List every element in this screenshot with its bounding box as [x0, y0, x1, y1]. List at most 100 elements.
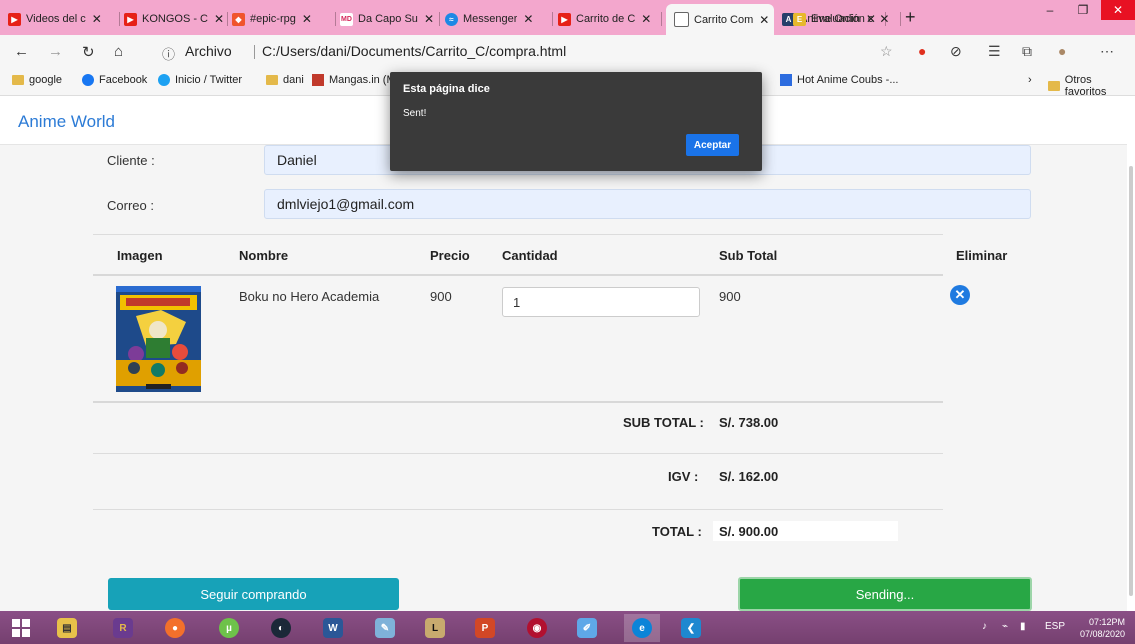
tab-videos[interactable]: ▶ Videos del c ✕: [8, 7, 120, 31]
table-header-border: [93, 274, 943, 276]
quantity-input[interactable]: [502, 287, 700, 317]
col-header-nombre: Nombre: [239, 248, 289, 263]
more-icon[interactable]: ⋯: [1100, 43, 1114, 60]
taskbar-clock[interactable]: 07:12PM 07/08/2020: [1080, 616, 1125, 640]
chevron-right-icon[interactable]: ›: [1028, 74, 1032, 86]
tab-messenger[interactable]: ≈ Messenger ✕: [445, 7, 553, 31]
igv-value: S/. 162.00: [719, 469, 779, 484]
table-top-border: [93, 234, 943, 235]
vscode-icon[interactable]: ❮: [676, 614, 706, 642]
folder-icon: [12, 75, 24, 85]
col-header-subtotal: Sub Total: [719, 248, 778, 263]
info-icon[interactable]: ⓘ: [162, 44, 175, 63]
bookmark-hot-anime[interactable]: Hot Anime Coubs -...: [780, 74, 899, 86]
browser-tab-strip: ▶ Videos del c ✕ ▶ KONGOS - C ✕ ◆ #epic-…: [0, 0, 1135, 35]
bookmark-mangas[interactable]: Mangas.in (M: [312, 74, 396, 86]
maximize-icon[interactable]: ❐: [1068, 0, 1098, 20]
url-text[interactable]: C:/Users/dani/Documents/Carrito_C/compra…: [262, 43, 566, 59]
youtube-icon: ▶: [124, 12, 137, 26]
tab-label: Da Capo Su: [358, 13, 418, 25]
bookmark-google[interactable]: google: [12, 74, 62, 86]
subtotal-value: S/. 738.00: [719, 415, 779, 430]
star-icon[interactable]: ☆: [880, 43, 893, 60]
tab-carrito-de-compras[interactable]: ▶ Carrito de C ✕: [558, 7, 662, 31]
new-tab-button[interactable]: +: [905, 7, 916, 28]
paint-icon[interactable]: ✐: [572, 614, 602, 642]
refresh-icon[interactable]: ↻: [82, 43, 95, 61]
close-icon[interactable]: ✕: [523, 12, 533, 26]
tab-label: Videos del c: [26, 13, 86, 25]
minimize-icon[interactable]: ‒: [1035, 0, 1065, 20]
brand-link[interactable]: Anime World: [18, 112, 115, 132]
col-header-cantidad: Cantidad: [502, 248, 558, 263]
tab-da-capo[interactable]: MD Da Capo Su ✕: [340, 7, 440, 31]
facebook-icon: [82, 74, 94, 86]
clock-date: 07/08/2020: [1080, 629, 1126, 639]
tab-label: #epic-rpg: [250, 13, 296, 25]
block-icon[interactable]: ⊘: [950, 43, 962, 60]
tab-label: Carrito Com: [694, 13, 754, 26]
battery-icon[interactable]: ▮: [1020, 621, 1026, 632]
tab-epic-rpg[interactable]: ◆ #epic-rpg ✕: [232, 7, 336, 31]
delete-item-icon[interactable]: ✕: [950, 285, 970, 305]
tab-carrito-compra-active[interactable]: Carrito Com ✕: [666, 4, 774, 35]
firefox-icon[interactable]: ●: [160, 614, 190, 642]
notepad-icon[interactable]: ✎: [370, 614, 400, 642]
utorrent-icon[interactable]: µ: [214, 614, 244, 642]
close-icon[interactable]: ✕: [879, 12, 889, 26]
bookmark-facebook[interactable]: Facebook: [82, 74, 147, 86]
col-header-imagen: Imagen: [117, 248, 163, 263]
tab-evaluacion[interactable]: E Evaluación c ✕: [793, 7, 901, 31]
twitter-icon: [158, 74, 170, 86]
rpg-app-icon[interactable]: R: [108, 614, 138, 642]
page-scrollbar[interactable]: [1127, 96, 1135, 611]
home-icon[interactable]: ⌂: [114, 43, 123, 60]
url-prefix: Archivo: [185, 43, 232, 59]
close-icon[interactable]: ✕: [424, 12, 434, 26]
continue-shopping-button[interactable]: Seguir comprando: [108, 578, 399, 610]
volume-icon[interactable]: ♪: [982, 621, 987, 632]
bookmark-other-favorites[interactable]: Otros favoritos: [1048, 74, 1135, 98]
favorites-icon[interactable]: ☰: [988, 43, 1001, 60]
steam-icon[interactable]: ◐: [266, 614, 296, 642]
close-icon[interactable]: ✕: [92, 12, 102, 26]
product-subtotal: 900: [719, 289, 741, 304]
extension-icon[interactable]: ●: [918, 43, 926, 59]
collections-icon[interactable]: ⧉: [1022, 43, 1032, 60]
correo-input[interactable]: [264, 189, 1031, 219]
tab-kongos[interactable]: ▶ KONGOS - C ✕: [124, 7, 228, 31]
language-indicator[interactable]: ESP: [1045, 621, 1065, 632]
youtube-icon: ▶: [8, 12, 21, 26]
close-window-icon[interactable]: ✕: [1101, 0, 1135, 20]
igv-label: IGV :: [668, 469, 699, 484]
network-icon[interactable]: ⌁: [1002, 621, 1008, 632]
summary-divider: [93, 509, 943, 510]
windows-start-icon[interactable]: [6, 614, 36, 642]
close-icon[interactable]: ✕: [641, 12, 651, 26]
bookmark-dani[interactable]: dani: [266, 74, 304, 86]
product-image: [116, 286, 201, 392]
bookmark-twitter[interactable]: Inicio / Twitter: [158, 74, 242, 86]
word-icon[interactable]: W: [318, 614, 348, 642]
dialog-ok-button[interactable]: Aceptar: [686, 134, 739, 156]
close-icon[interactable]: ✕: [759, 13, 769, 27]
close-icon[interactable]: ✕: [302, 12, 312, 26]
forward-icon[interactable]: →: [48, 43, 63, 60]
league-icon[interactable]: L: [420, 614, 450, 642]
edge-icon[interactable]: e: [624, 614, 660, 642]
close-icon[interactable]: ✕: [214, 12, 224, 26]
back-icon[interactable]: ←: [14, 43, 29, 60]
sending-button[interactable]: Sending...: [738, 577, 1032, 611]
profile-avatar-icon[interactable]: ●: [1058, 43, 1066, 59]
powerpoint-icon[interactable]: P: [470, 614, 500, 642]
site-icon: E: [793, 12, 806, 26]
address-bar: ← → ↻ ⌂ ⓘ Archivo C:/Users/dani/Document…: [0, 35, 1135, 67]
mangas-icon: [312, 74, 324, 86]
messenger-icon: ≈: [445, 12, 458, 26]
scrollbar-thumb[interactable]: [1129, 166, 1133, 596]
windows-taskbar: ▤ R ● µ ◐ W ✎ L P ◉ ✐ e ❮ ♪ ⌁ ▮ ESP 07:1…: [0, 611, 1135, 644]
file-explorer-icon[interactable]: ▤: [52, 614, 82, 642]
product-name: Boku no Hero Academia: [239, 289, 380, 304]
opera-gx-icon[interactable]: ◉: [522, 614, 552, 642]
col-header-precio: Precio: [430, 248, 470, 263]
